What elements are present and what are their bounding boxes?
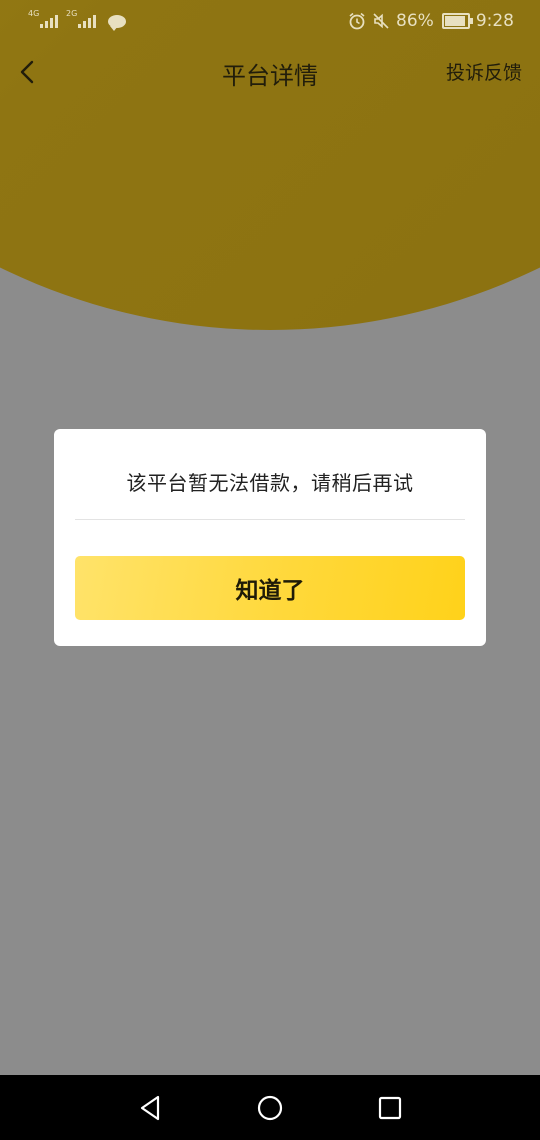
sim2-network-label: 2G xyxy=(66,9,78,18)
app-header: 平台详情 投诉反馈 xyxy=(0,44,540,100)
back-triangle-icon[interactable] xyxy=(136,1093,166,1123)
home-circle-icon[interactable] xyxy=(255,1093,285,1123)
recents-square-icon[interactable] xyxy=(375,1093,405,1123)
status-bar: 4G 2G 86% 9:28 xyxy=(0,0,540,44)
alarm-icon xyxy=(349,12,365,30)
sim1-signal-icon: 4G xyxy=(28,9,58,28)
status-right-group: 86% 9:28 xyxy=(348,11,514,31)
sim1-network-label: 4G xyxy=(28,9,40,18)
battery-percent: 86% xyxy=(396,11,434,31)
status-left-group: 4G 2G xyxy=(28,9,126,31)
complaint-feedback-link[interactable]: 投诉反馈 xyxy=(446,58,522,85)
battery-fill xyxy=(444,16,466,26)
alert-dialog: 该平台暂无法借款，请稍后再试 知道了 xyxy=(54,429,486,646)
dialog-divider xyxy=(75,519,465,520)
dialog-message: 该平台暂无法借款，请稍后再试 xyxy=(126,471,414,495)
clock-time: 9:28 xyxy=(475,11,514,31)
chat-icon xyxy=(108,15,126,31)
mute-icon xyxy=(373,13,389,29)
got-it-button[interactable]: 知道了 xyxy=(75,556,465,620)
system-navigation-bar xyxy=(0,1075,540,1140)
sim2-signal-icon: 2G xyxy=(66,9,96,28)
screen: 4G 2G 86% 9:28 平台详情 投诉反馈 该平台暂无法借款，请稍后再试 … xyxy=(0,0,540,1140)
battery-icon xyxy=(441,13,473,29)
